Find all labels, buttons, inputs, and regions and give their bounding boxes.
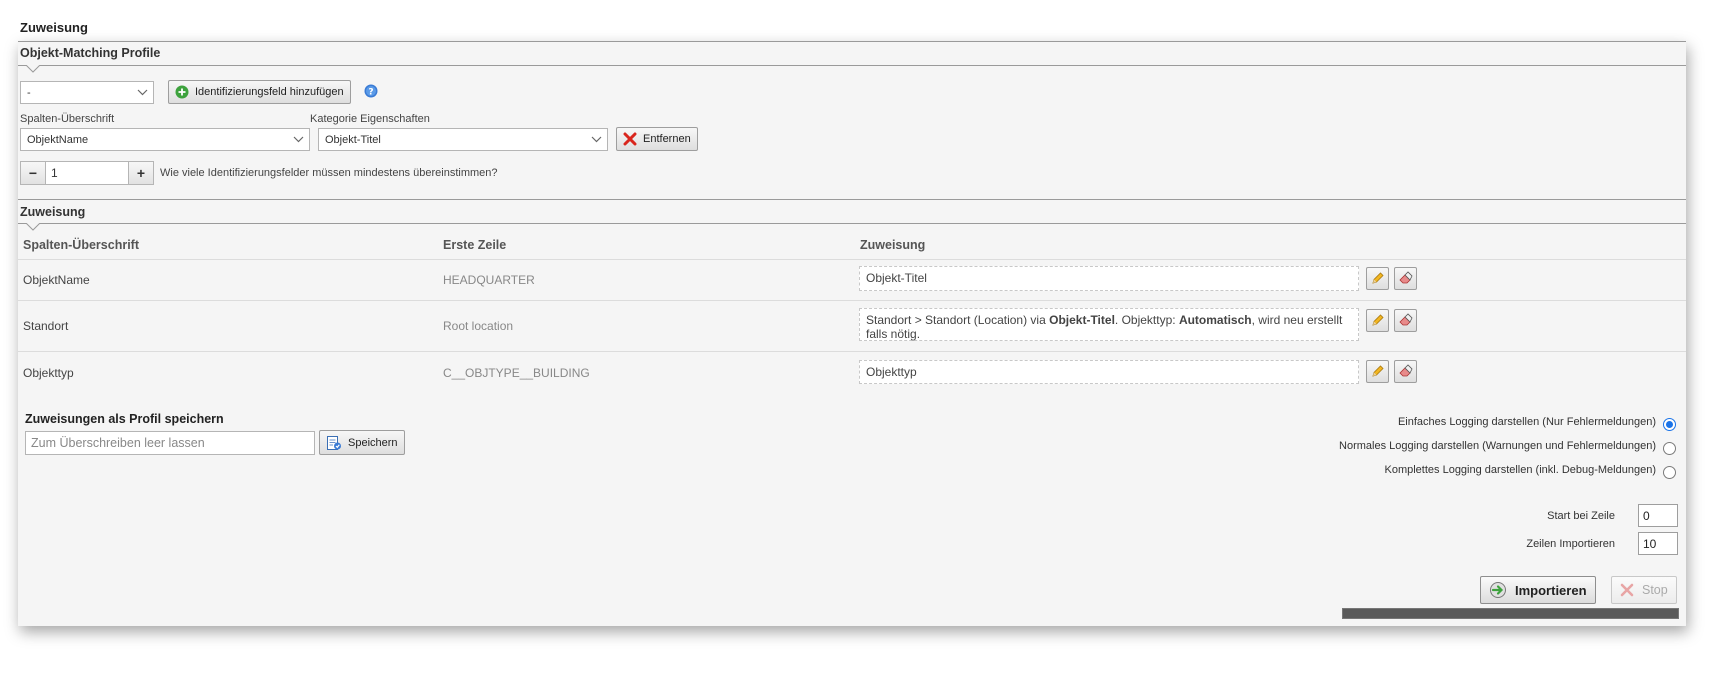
matching-section-title: Objekt-Matching Profile xyxy=(20,46,161,60)
row-divider xyxy=(18,351,1686,352)
section-notch xyxy=(26,223,40,231)
section-divider xyxy=(18,65,1686,66)
edit-button[interactable] xyxy=(1366,267,1389,290)
row-divider xyxy=(18,259,1686,260)
import-icon xyxy=(1490,582,1506,598)
page-title: Zuweisung xyxy=(20,20,88,35)
clear-button[interactable] xyxy=(1394,267,1417,290)
table-cell-first-row: Root location xyxy=(443,319,514,333)
chevron-down-icon xyxy=(293,136,304,143)
edit-button[interactable] xyxy=(1366,309,1389,332)
table-cell-first-row: HEADQUARTER xyxy=(443,273,535,287)
add-identification-field-button[interactable]: Identifizierungsfeld hinzufügen xyxy=(168,80,351,104)
import-button[interactable]: Importieren xyxy=(1480,576,1596,604)
import-rows-label: Zeilen Importieren xyxy=(1526,538,1615,550)
logging-option-complete[interactable]: Komplettes Logging darstellen (inkl. Deb… xyxy=(1385,464,1657,476)
logging-radio-simple[interactable] xyxy=(1663,418,1676,431)
pencil-icon xyxy=(1372,365,1384,377)
table-cell-column: ObjektName xyxy=(23,273,90,287)
column-header-select[interactable]: ObjektName xyxy=(20,128,310,151)
assignment-field[interactable]: Objekt-Titel xyxy=(859,266,1359,291)
min-count-stepper[interactable]: − 1 + xyxy=(20,161,154,185)
category-select[interactable]: Objekt-Titel xyxy=(318,128,608,151)
pencil-icon xyxy=(1372,314,1384,326)
help-icon[interactable]: ? xyxy=(364,84,378,98)
chevron-down-icon xyxy=(591,136,602,143)
increment-button[interactable]: + xyxy=(129,162,153,184)
start-row-input[interactable]: 0 xyxy=(1638,504,1678,527)
import-rows-input[interactable]: 10 xyxy=(1638,532,1678,555)
assignment-section-title: Zuweisung xyxy=(20,205,86,219)
save-document-icon xyxy=(327,435,341,450)
column-header-heading: Spalten-Überschrift xyxy=(23,238,139,252)
section-divider xyxy=(18,199,1686,200)
min-count-value[interactable]: 1 xyxy=(45,162,129,184)
import-progress-bar xyxy=(1342,608,1679,619)
clear-button[interactable] xyxy=(1394,360,1417,383)
remove-x-icon xyxy=(623,132,637,146)
stop-x-icon xyxy=(1620,583,1634,597)
table-cell-first-row: C__OBJTYPE__BUILDING xyxy=(443,366,590,380)
min-count-label: Wie viele Identifizierungsfelder müssen … xyxy=(160,167,498,179)
logging-option-simple[interactable]: Einfaches Logging darstellen (Nur Fehler… xyxy=(1398,416,1656,428)
start-row-label: Start bei Zeile xyxy=(1547,510,1615,522)
svg-text:?: ? xyxy=(368,88,373,98)
pencil-icon xyxy=(1372,272,1384,284)
eraser-icon xyxy=(1399,364,1413,377)
eraser-icon xyxy=(1399,313,1413,326)
assignment-heading: Zuweisung xyxy=(860,238,926,252)
logging-option-normal[interactable]: Normales Logging darstellen (Warnungen u… xyxy=(1339,440,1656,452)
eraser-icon xyxy=(1399,271,1413,284)
stop-button[interactable]: Stop xyxy=(1611,576,1677,604)
assignment-field[interactable]: Objekttyp xyxy=(859,360,1359,384)
chevron-down-icon xyxy=(137,89,148,96)
decrement-button[interactable]: − xyxy=(21,162,45,184)
import-panel: Objekt-Matching Profile - Identifizierun… xyxy=(18,41,1686,626)
section-divider xyxy=(18,223,1686,224)
row-divider xyxy=(18,300,1686,301)
clear-button[interactable] xyxy=(1394,309,1417,332)
progress-fill xyxy=(1343,609,1678,618)
category-label: Kategorie Eigenschaften xyxy=(310,113,430,125)
save-profile-title: Zuweisungen als Profil speichern xyxy=(25,412,224,426)
logging-radio-complete[interactable] xyxy=(1663,466,1676,479)
assignment-field[interactable]: Standort > Standort (Location) via Objek… xyxy=(859,308,1359,341)
logging-radio-normal[interactable] xyxy=(1663,442,1676,455)
table-cell-column: Standort xyxy=(23,319,69,333)
column-header-label: Spalten-Überschrift xyxy=(20,113,115,125)
edit-button[interactable] xyxy=(1366,360,1389,383)
profile-select[interactable]: - xyxy=(20,81,154,104)
section-notch xyxy=(26,65,40,73)
first-row-heading: Erste Zeile xyxy=(443,238,507,252)
save-profile-button[interactable]: Speichern xyxy=(319,430,405,455)
remove-button[interactable]: Entfernen xyxy=(616,127,698,151)
plus-circle-icon xyxy=(175,85,189,99)
table-cell-column: Objekttyp xyxy=(23,366,74,380)
profile-name-input[interactable]: Zum Überschreiben leer lassen xyxy=(25,431,315,455)
